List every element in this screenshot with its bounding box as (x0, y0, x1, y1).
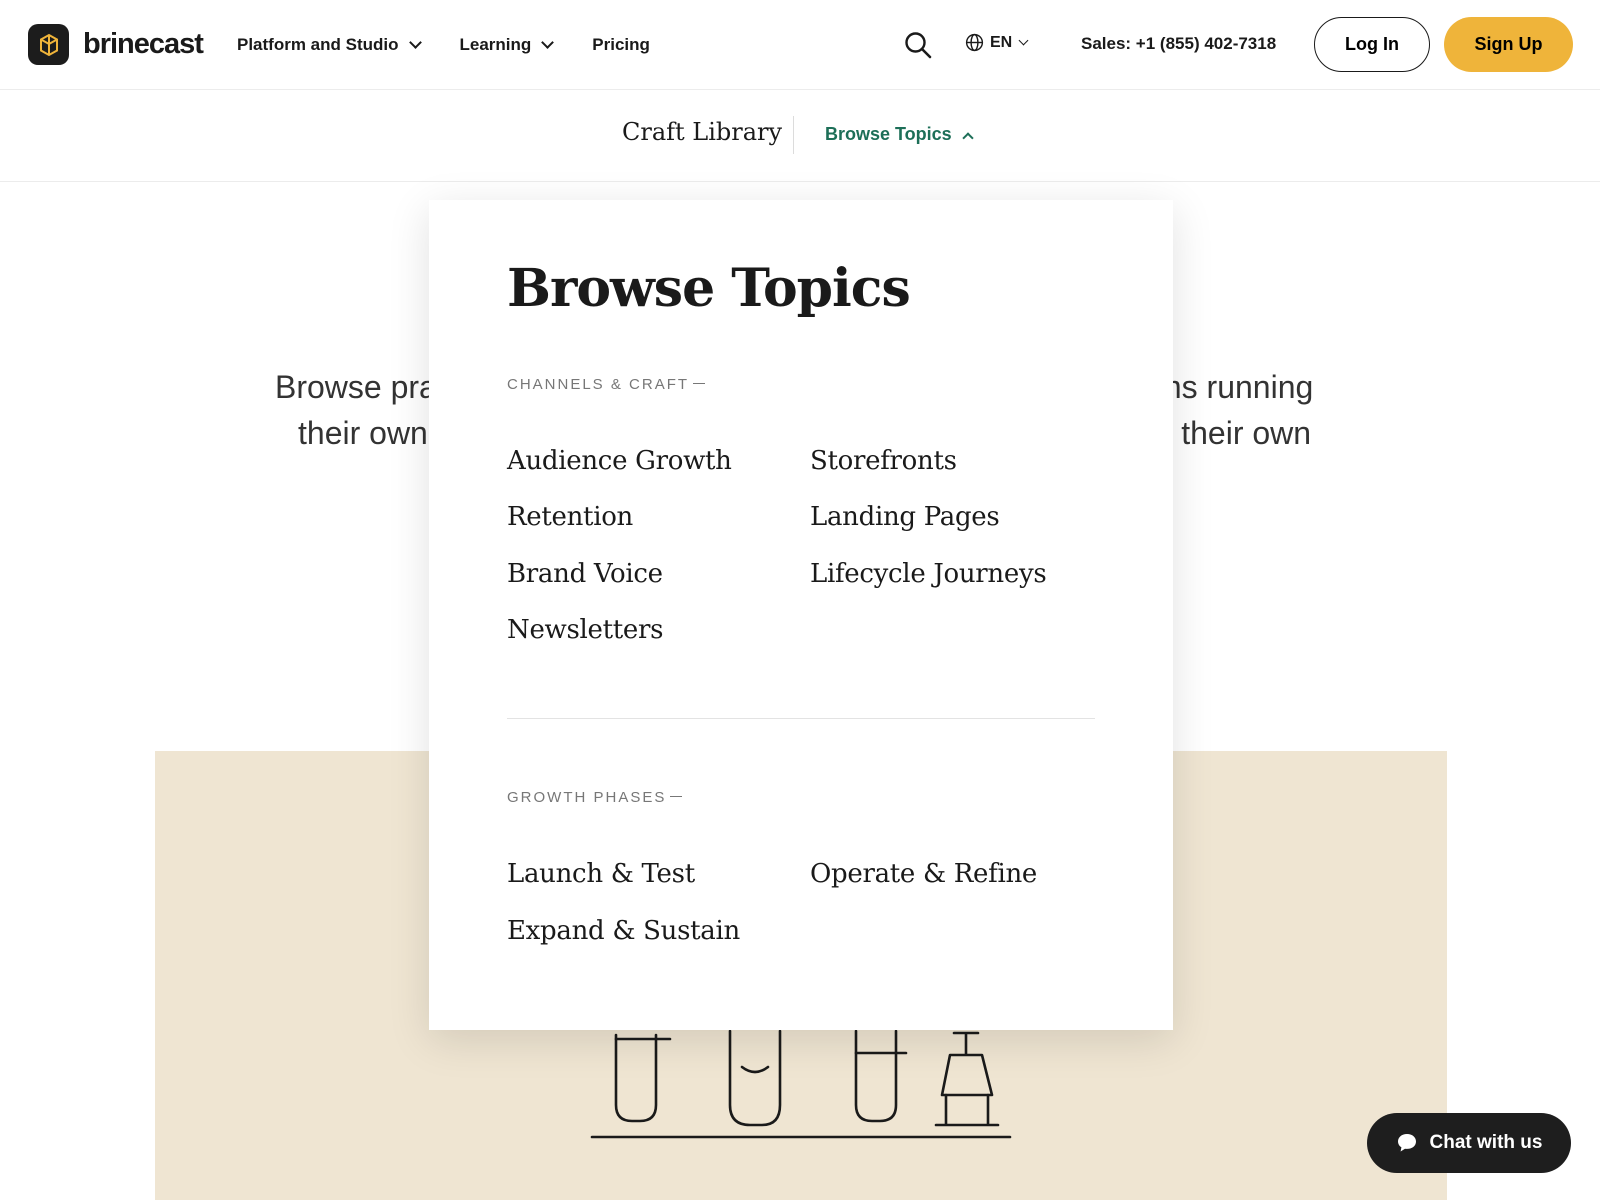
chevron-down-icon (408, 36, 422, 49)
sales-phone[interactable]: Sales: +1 (855) 402-7318 (1081, 34, 1276, 54)
hero-line: their own (298, 415, 428, 451)
browse-topics-panel: Browse Topics CHANNELS & CRAFT Audience … (429, 200, 1173, 1030)
topic-lifecycle-journeys[interactable]: Lifecycle Journeys (810, 559, 1047, 589)
hero-line: ms running (1155, 369, 1314, 405)
brand-logo[interactable]: brinecast (28, 24, 204, 65)
panel-title: Browse Topics (507, 258, 911, 319)
sub-navigation: Craft Library Browse Topics (0, 90, 1600, 182)
topic-audience-growth[interactable]: Audience Growth (507, 446, 732, 476)
hero-line: Browse pra (275, 369, 437, 405)
browse-topics-toggle[interactable]: Browse Topics (825, 124, 974, 145)
primary-nav: Platform and Studio Learning Pricing (237, 0, 650, 90)
chat-label: Chat with us (1429, 1132, 1543, 1153)
hero-line: their own (1181, 415, 1312, 451)
nav-pricing[interactable]: Pricing (592, 35, 650, 55)
nav-link-label: Platform and Studio (237, 35, 399, 54)
topic-landing-pages[interactable]: Landing Pages (810, 502, 1000, 532)
topic-newsletters[interactable]: Newsletters (507, 615, 664, 645)
nav-link-label: Learning (459, 35, 532, 54)
topic-launch-test[interactable]: Launch & Test (507, 859, 695, 889)
topic-operate-refine[interactable]: Operate & Refine (810, 859, 1037, 889)
hero-text-right: ms running their own (1155, 364, 1313, 456)
jars-illustration (590, 1029, 1012, 1139)
brand-name: brinecast (83, 28, 204, 60)
section-label-growth-phases: GROWTH PHASES (507, 789, 682, 806)
signup-button[interactable]: Sign Up (1444, 17, 1573, 72)
topic-retention[interactable]: Retention (507, 502, 633, 532)
topic-expand-sustain[interactable]: Expand & Sustain (507, 916, 740, 946)
globe-icon (965, 33, 984, 52)
nav-platform-and-studio[interactable]: Platform and Studio (237, 35, 422, 55)
language-label: EN (990, 33, 1013, 51)
topic-storefronts[interactable]: Storefronts (810, 446, 957, 476)
hero-text-left: Browse pra their own (275, 364, 437, 456)
search-icon[interactable] (903, 30, 933, 60)
language-selector[interactable]: EN (965, 33, 1029, 52)
chevron-down-icon (541, 36, 555, 49)
chat-button[interactable]: Chat with us (1367, 1113, 1571, 1173)
browse-topics-label: Browse Topics (825, 124, 952, 144)
nav-learning[interactable]: Learning (459, 35, 555, 55)
subnav-divider (793, 116, 794, 154)
top-navigation: brinecast Platform and Studio Learning P… (0, 0, 1600, 90)
nav-link-label: Pricing (592, 35, 650, 54)
craft-library-link[interactable]: Craft Library (622, 118, 782, 146)
section-label-channels: CHANNELS & CRAFT (507, 376, 705, 393)
topic-brand-voice[interactable]: Brand Voice (507, 559, 663, 589)
chevron-up-icon (962, 131, 974, 144)
chevron-down-icon (1018, 35, 1029, 45)
logo-icon (28, 24, 69, 65)
login-button[interactable]: Log In (1314, 17, 1430, 72)
panel-divider (507, 718, 1095, 719)
chat-bubble-icon (1397, 1134, 1416, 1152)
